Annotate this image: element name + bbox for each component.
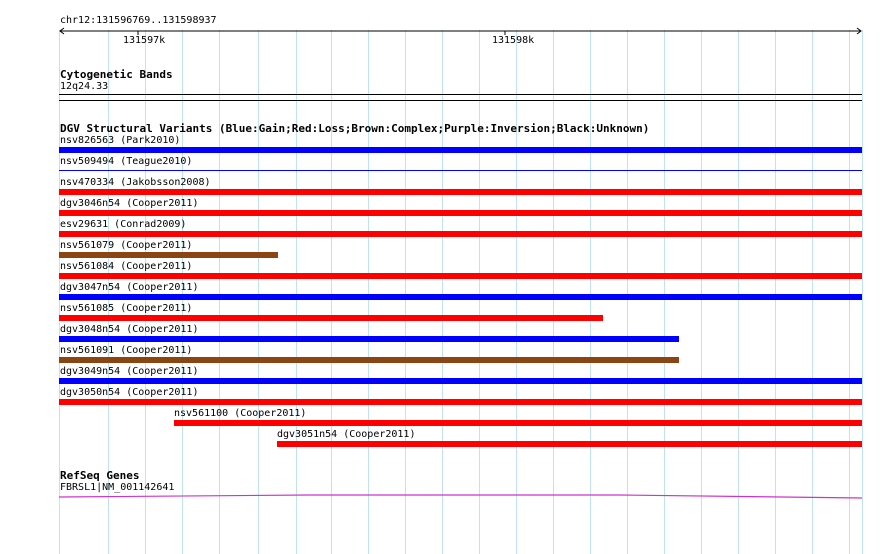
dgv-feature-bar-loss[interactable] [59,399,862,405]
cytoband-label: 12q24.33 [60,81,109,92]
dgv-feature-label[interactable]: dgv3047n54 (Cooper2011) [60,282,198,294]
dgv-feature-bar-loss[interactable] [277,441,862,447]
dgv-feature-bar-gain[interactable] [59,147,862,153]
dgv-feature-bar-loss[interactable] [59,210,862,216]
ruler-axis[interactable] [58,26,864,36]
dgv-feature-label[interactable]: dgv3050n54 (Cooper2011) [60,387,198,399]
dgv-feature-label[interactable]: dgv3048n54 (Cooper2011) [60,324,198,336]
ruler-tick-label: 131598k [492,35,535,46]
dgv-feature-label[interactable]: nsv509494 (Teague2010) [60,156,192,168]
dgv-feature-label[interactable]: nsv826563 (Park2010) [60,135,180,147]
dgv-feature-label[interactable]: dgv3046n54 (Cooper2011) [60,198,198,210]
dgv-feature-bar-loss[interactable] [59,189,862,195]
dgv-feature-bar-loss[interactable] [59,231,862,237]
refseq-track-title[interactable]: RefSeq Genes [60,469,139,482]
dgv-feature-bar-gain[interactable] [59,336,679,342]
dgv-feature-label[interactable]: nsv561079 (Cooper2011) [60,240,192,252]
cytoband-track-title[interactable]: Cytogenetic Bands [60,68,173,81]
dgv-feature-bar-complex[interactable] [59,252,278,258]
dgv-feature-label[interactable]: nsv561100 (Cooper2011) [174,408,306,420]
dgv-feature-label[interactable]: nsv470334 (Jakobsson2008) [60,177,211,189]
dgv-feature-bar-complex[interactable] [59,357,679,363]
refseq-gene-model[interactable] [59,490,863,500]
dgv-feature-bar-gain[interactable] [59,378,862,384]
dgv-feature-label[interactable]: esv29631 (Conrad2009) [60,219,186,231]
dgv-feature-label[interactable]: dgv3049n54 (Cooper2011) [60,366,198,378]
ruler-tick-label: 131597k [123,35,166,46]
dgv-feature-label[interactable]: nsv561085 (Cooper2011) [60,303,192,315]
dgv-feature-label[interactable]: nsv561084 (Cooper2011) [60,261,192,273]
cytoband-ideogram-top[interactable] [59,94,862,95]
dgv-feature-bar-gain[interactable] [59,170,862,171]
cytoband-ideogram-bottom[interactable] [59,100,862,101]
dgv-feature-label[interactable]: dgv3051n54 (Cooper2011) [277,429,415,441]
dgv-feature-bar-loss[interactable] [59,315,603,321]
dgv-track-title[interactable]: DGV Structural Variants (Blue:Gain;Red:L… [60,122,649,135]
dgv-feature-bar-loss[interactable] [59,273,862,279]
dgv-feature-label[interactable]: nsv561091 (Cooper2011) [60,345,192,357]
dgv-feature-bar-loss[interactable] [174,420,862,426]
dgv-feature-bar-gain[interactable] [59,294,862,300]
